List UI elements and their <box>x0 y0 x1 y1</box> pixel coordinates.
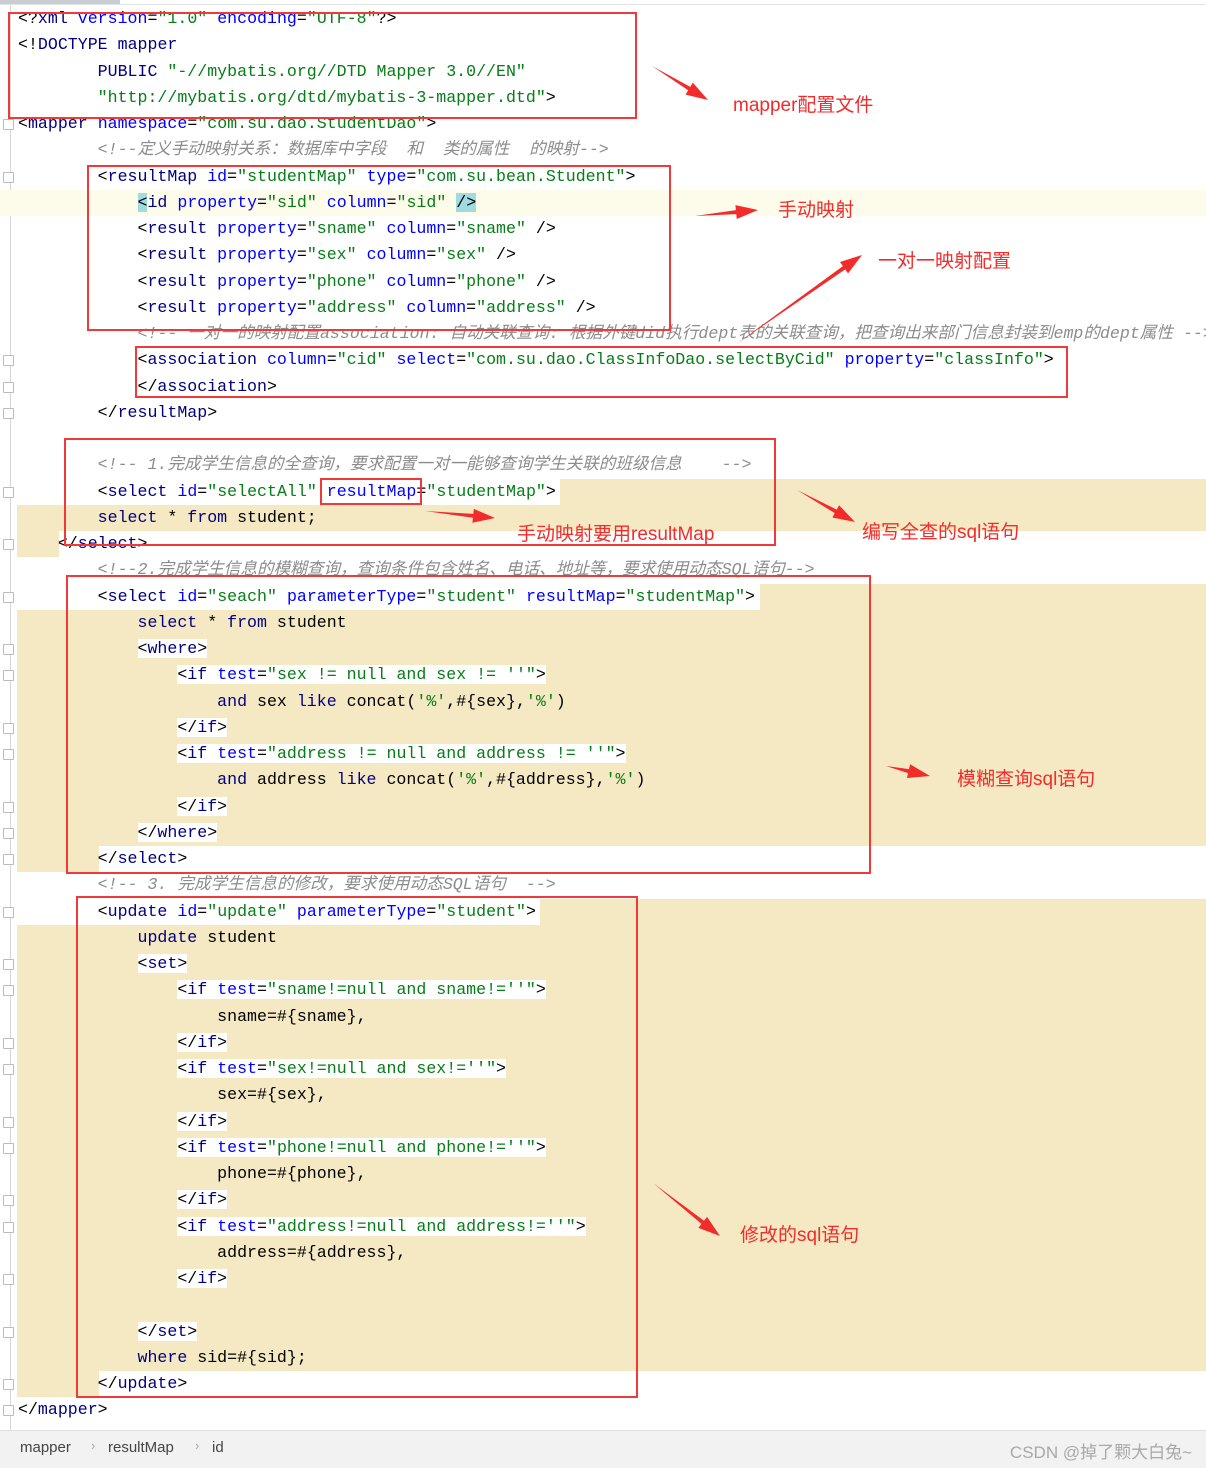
arrow-icon <box>652 66 708 100</box>
label-use-resultmap: 手动映射要用resultMap <box>517 524 715 545</box>
arrow-icon <box>886 764 930 778</box>
status-bar: mapper › resultMap › id CSDN @掉了颗大白兔~ <box>0 1430 1206 1468</box>
arrow-icon <box>425 508 495 523</box>
label-select-all-sql: 编写全查的sql语句 <box>862 522 1020 543</box>
label-fuzzy-sql: 模糊查询sql语句 <box>957 769 1096 790</box>
watermark: CSDN @掉了颗大白兔~ <box>1009 1443 1192 1462</box>
label-one-to-one: 一对一映射配置 <box>878 251 1012 272</box>
arrow-icon <box>797 490 855 522</box>
chevron-right-icon: › <box>195 1438 200 1453</box>
breadcrumb-resultmap[interactable]: resultMap <box>108 1439 174 1456</box>
annotation-arrows <box>425 66 930 1236</box>
chevron-right-icon: › <box>91 1438 96 1453</box>
breadcrumb-mapper[interactable]: mapper <box>20 1439 71 1456</box>
breadcrumb-id[interactable]: id <box>212 1439 224 1456</box>
label-manual-mapping: 手动映射 <box>778 200 855 221</box>
arrow-icon <box>653 1183 720 1236</box>
label-update-sql: 修改的sql语句 <box>740 1225 860 1246</box>
arrow-icon <box>695 205 758 220</box>
label-mapper-config: mapper配置文件 <box>733 95 874 116</box>
arrow-icon <box>735 255 862 345</box>
